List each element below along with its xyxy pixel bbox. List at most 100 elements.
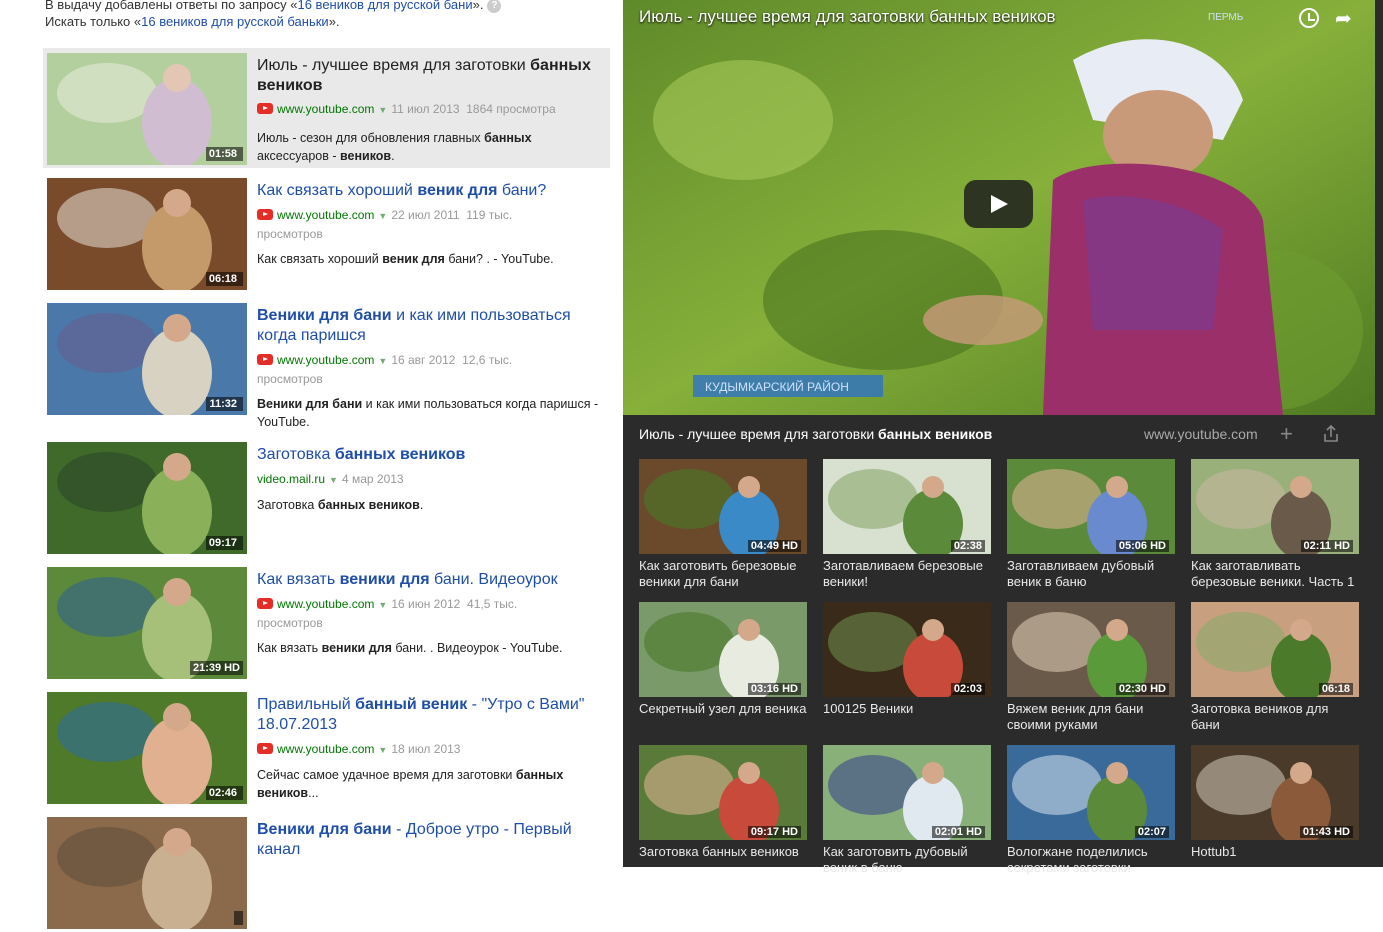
result-thumbnail[interactable]: 11:32 (47, 303, 247, 415)
result-title[interactable]: Как связать хороший веник для бани? (257, 181, 602, 201)
result-title[interactable]: Веники для бани и как ими пользоваться к… (257, 306, 602, 346)
expanded-query-link[interactable]: 16 веников для русской бани (297, 0, 472, 12)
result-item[interactable]: 11:32 Веники для бани и как ими пользоват… (43, 298, 610, 429)
related-video-thumbnail[interactable]: 04:49 HD (639, 459, 807, 554)
search-results-panel: В выдачу добавлены ответы по запросу «16… (0, 0, 623, 929)
video-preview-panel: КУДЫМКАРСКИЙ РАЙОН ПЕРМЬ Июль - лучшее в… (623, 0, 1383, 875)
result-item[interactable]: 09:17 Заготовка банных веников video.mail.… (43, 437, 610, 557)
related-video-item[interactable]: 04:49 HD Как заготовить березовые веники … (639, 459, 809, 590)
video-duration: 01:43 HD (1299, 826, 1353, 838)
original-query-link[interactable]: 16 веников для русской баньки (141, 14, 329, 29)
result-source-link[interactable]: www.youtube.com (277, 353, 374, 367)
result-source-link[interactable]: video.mail.ru (257, 472, 325, 486)
video-caption-title: Июль - лучшее время для заготовки банных… (639, 426, 993, 442)
related-video-thumbnail[interactable]: 02:11 HD (1191, 459, 1359, 554)
related-video-title[interactable]: Заготавливаем дубовый веник в баню (1007, 558, 1175, 590)
related-video-item[interactable]: 02:07 Вологжане поделились секретами заг… (1007, 745, 1177, 876)
related-video-thumbnail[interactable]: 02:03 (823, 602, 991, 697)
related-video-thumbnail[interactable]: 05:06 HD (1007, 459, 1175, 554)
related-video-thumbnail[interactable]: 02:30 HD (1007, 602, 1175, 697)
related-video-title[interactable]: Как заготовить березовые веники для бани (639, 558, 807, 590)
related-video-title[interactable]: 100125 Веники (823, 701, 991, 717)
video-duration: 04:49 HD (747, 540, 801, 552)
related-video-item[interactable]: 02:11 HD Как заготавливать березовые вени… (1191, 459, 1361, 590)
video-duration: 02:11 HD (1300, 540, 1353, 552)
result-item[interactable]: 21:39 HD Как вязать веники для бани. Видео… (43, 562, 610, 682)
result-thumbnail[interactable]: 06:18 (47, 178, 247, 290)
share-upload-icon[interactable] (1323, 425, 1339, 443)
result-item[interactable]: 01:58 Июль - лучшее время для заготовки б… (43, 48, 610, 168)
related-video-title[interactable]: Секретный узел для веника (639, 701, 807, 717)
broadcast-overlay-text: КУДЫМКАРСКИЙ РАЙОН (705, 379, 849, 394)
result-title[interactable]: Как вязать веники для бани. Видеоурок (257, 570, 602, 590)
result-thumbnail[interactable]: 01:58 (47, 53, 247, 165)
related-video-item[interactable]: 02:01 HD Как заготовить дубовый веник в б… (823, 745, 993, 876)
result-snippet: Как вязать веники для бани. . Видеоурок … (257, 641, 563, 655)
related-video-item[interactable]: 02:38 Заготавливаем березовые веники! (823, 459, 993, 590)
result-title[interactable]: Заготовка банных веников (257, 445, 602, 465)
result-meta: www.youtube.com ▼ 11 июл 2013 1864 просмот… (257, 100, 602, 119)
related-video-item[interactable]: 09:17 HD Заготовка банных веников (639, 745, 809, 860)
add-icon[interactable]: + (1280, 423, 1293, 445)
result-title[interactable]: Правильный банный веник - "Утро с Вами" … (257, 695, 602, 735)
related-video-item[interactable]: 06:18 Заготовка веников для бани (1191, 602, 1361, 733)
result-views-unit: просмотров (257, 616, 323, 630)
result-thumbnail[interactable] (47, 817, 247, 929)
result-source-link[interactable]: www.youtube.com (277, 208, 374, 222)
related-video-thumbnail[interactable]: 03:16 HD (639, 602, 807, 697)
related-video-title[interactable]: Вяжем веник для бани своими руками (1007, 701, 1175, 733)
related-video-title[interactable]: Вологжане поделились секретами заготовки (1007, 844, 1175, 876)
result-thumbnail[interactable]: 02:46 (47, 692, 247, 804)
source-menu-chevron-icon[interactable]: ▼ (378, 211, 387, 221)
result-meta: www.youtube.com ▼ 18 июл 2013 (257, 740, 602, 759)
result-source-link[interactable]: www.youtube.com (277, 597, 374, 611)
video-player[interactable]: КУДЫМКАРСКИЙ РАЙОН ПЕРМЬ Июль - лучшее в… (623, 0, 1375, 415)
video-duration: 01:58 (205, 147, 243, 161)
help-icon[interactable]: ? (487, 0, 502, 13)
related-video-thumbnail[interactable]: 02:38 (823, 459, 991, 554)
result-thumbnail[interactable]: 09:17 (47, 442, 247, 554)
related-video-title[interactable]: Заготавливаем березовые веники! (823, 558, 991, 590)
source-menu-chevron-icon[interactable]: ▼ (378, 745, 387, 755)
related-video-item[interactable]: 03:16 HD Секретный узел для веника (639, 602, 809, 717)
related-video-thumbnail[interactable]: 01:43 HD (1191, 745, 1359, 840)
related-video-thumbnail[interactable]: 06:18 (1191, 602, 1359, 697)
related-video-title[interactable]: Hottub1 (1191, 844, 1359, 860)
result-meta: www.youtube.com ▼ 16 июн 2012 41,5 тыс. про… (257, 595, 602, 632)
source-menu-chevron-icon[interactable]: ▼ (378, 105, 387, 115)
watch-later-icon[interactable] (1299, 8, 1319, 28)
related-video-title[interactable]: Как заготавливать березовые веники. Част… (1191, 558, 1359, 590)
result-meta: www.youtube.com ▼ 16 авг 2012 12,6 тыс. про… (257, 351, 602, 388)
related-video-item[interactable]: 02:03 100125 Веники (823, 602, 993, 717)
source-menu-chevron-icon[interactable]: ▼ (378, 356, 387, 366)
related-video-thumbnail[interactable]: 02:07 (1007, 745, 1175, 840)
related-video-title[interactable]: Заготовка веников для бани (1191, 701, 1359, 733)
video-duration: 02:07 (1134, 826, 1169, 838)
video-duration: 09:17 (205, 536, 243, 550)
result-item[interactable]: 02:46 Правильный банный веник - "Утро с В… (43, 687, 610, 807)
result-title[interactable]: Июль - лучшее время для заготовки банных… (257, 56, 602, 96)
player-title[interactable]: Июль - лучшее время для заготовки банных… (639, 7, 1056, 27)
play-button[interactable] (964, 180, 1033, 228)
related-video-title[interactable]: Заготовка банных веников (639, 844, 807, 860)
related-video-title[interactable]: Как заготовить дубовый веник в баню (823, 844, 991, 876)
result-date: 4 мар 2013 (341, 472, 404, 486)
source-menu-chevron-icon[interactable]: ▼ (378, 600, 387, 610)
related-video-thumbnail[interactable]: 09:17 HD (639, 745, 807, 840)
result-source-link[interactable]: www.youtube.com (277, 742, 374, 756)
video-duration: 11:32 (206, 397, 243, 411)
result-snippet: Как связать хороший веник для бани? . - … (257, 252, 554, 266)
video-duration: 06:18 (205, 272, 243, 286)
related-video-item[interactable]: 01:43 HD Hottub1 (1191, 745, 1361, 860)
video-host-link[interactable]: www.youtube.com (1144, 426, 1258, 442)
related-video-thumbnail[interactable]: 02:01 HD (823, 745, 991, 840)
result-source-link[interactable]: www.youtube.com (277, 102, 374, 116)
result-title[interactable]: Веники для бани - Доброе утро - Первый к… (257, 820, 602, 860)
source-menu-chevron-icon[interactable]: ▼ (329, 475, 338, 485)
related-video-item[interactable]: 05:06 HD Заготавливаем дубовый веник в ба… (1007, 459, 1177, 590)
share-icon[interactable]: ➦ (1335, 6, 1352, 31)
result-item[interactable]: 06:18 Как связать хороший веник для бани?… (43, 173, 610, 293)
result-item[interactable]: Веники для бани - Доброе утро - Первый к… (43, 812, 610, 932)
result-thumbnail[interactable]: 21:39 HD (47, 567, 247, 679)
related-video-item[interactable]: 02:30 HD Вяжем веник для бани своими рука… (1007, 602, 1177, 733)
